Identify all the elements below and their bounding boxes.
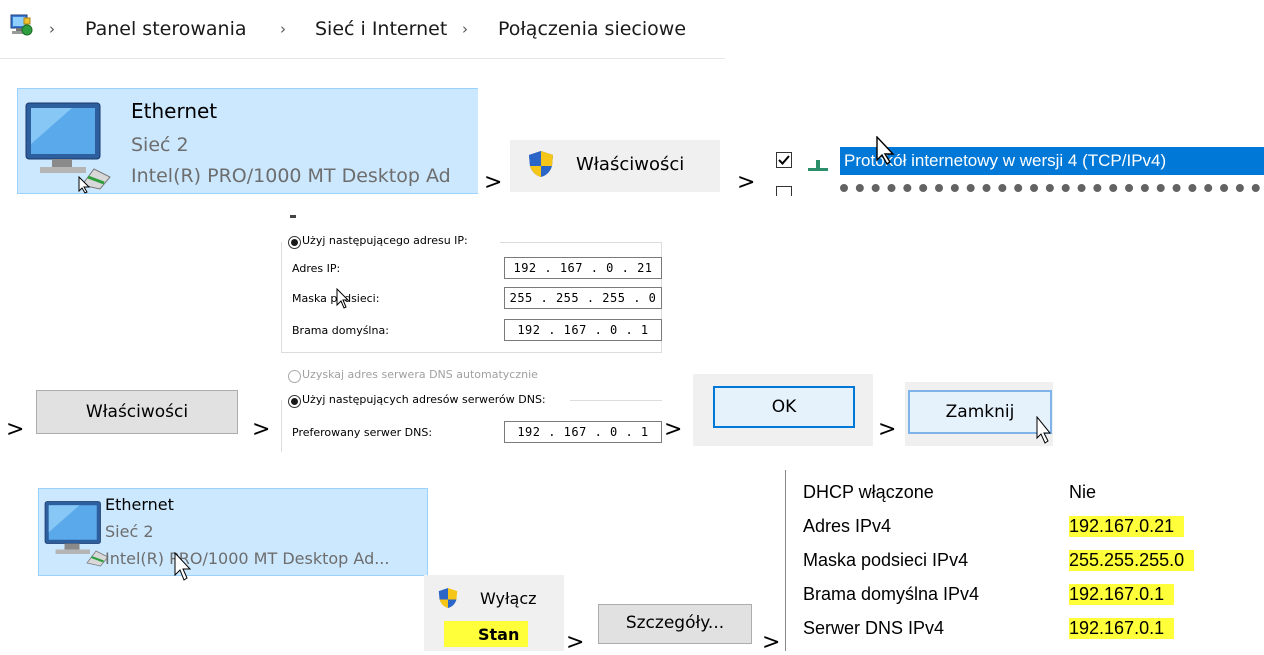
adapter-name: Ethernet [105,495,174,514]
mouse-cursor-icon [174,551,192,587]
detail-value: Nie [1069,482,1097,502]
detail-label: Brama domyślna IPv4 [803,584,980,604]
dns-auto-label: Uzyskaj adres serwera DNS automatycznie [302,368,538,381]
chevron-right-icon: › [462,20,468,38]
protocol-list: Protokół internetowy w wersji 4 (TCP/IPv… [770,140,1264,196]
breadcrumb-item-network-connections[interactable]: Połączenia sieciowe [498,18,686,40]
adapter-device: Intel(R) PRO/1000 MT Desktop Ad... [105,549,390,568]
step-separator: > [252,417,271,442]
mouse-cursor-icon [1036,415,1052,449]
detail-value: 192.167.0.1 [1069,584,1175,605]
status-menu-label: Stan [478,625,520,644]
breadcrumb-item-control-panel[interactable]: Panel sterowania [85,18,247,40]
gateway-label: Brama domyślna: [292,324,389,337]
dns-manual-label: Użyj następujących adresów serwerów DNS: [302,393,546,406]
breadcrumb-item-network-internet[interactable]: Sieć i Internet [315,18,447,40]
step-separator: > [664,417,683,442]
uac-shield-icon [438,587,458,609]
network-adapter-icon [42,497,114,569]
detail-value: 192.167.0.1 [1069,618,1175,639]
group-border-left [281,400,282,452]
ok-button-frame: OK [693,374,873,446]
uac-shield-icon [528,150,554,178]
mouse-cursor-icon [876,135,898,171]
protocol-ipv4-item[interactable]: Protokół internetowy w wersji 4 (TCP/IPv… [840,147,1264,175]
gateway-field[interactable]: 192 . 167 . 0 . 1 [504,319,662,341]
chevron-right-icon: › [49,20,55,38]
panel-line [290,215,296,218]
separator-line [281,352,662,353]
ethernet-adapter-tile-small[interactable]: Ethernet Sieć 2 Intel(R) PRO/1000 MT Des… [38,488,428,576]
ip-address-field[interactable]: 192 . 167 . 0 . 21 [504,257,662,279]
adapter-network: Sieć 2 [131,134,189,156]
network-adapter-icon [22,99,118,191]
details-button[interactable]: Szczegóły... [598,604,752,644]
step-separator: > [878,417,897,442]
close-button-frame: Zamknij [905,382,1053,446]
dns-manual-radio[interactable] [288,395,301,408]
mouse-cursor-icon [336,287,352,315]
properties-button-label: Właściwości [85,402,189,422]
adapter-name: Ethernet [131,99,218,123]
control-panel-icon [8,12,34,38]
panel-left-border [785,470,786,651]
detail-label: Maska podsieci IPv4 [803,550,969,570]
disable-menu-item[interactable]: Wyłącz [480,589,537,608]
close-button[interactable]: Zamknij [908,390,1052,434]
close-button-label: Zamknij [945,402,1015,422]
next-list-row [776,186,792,196]
breadcrumb: › Panel sterowania › Sieć i Internet › P… [0,0,725,59]
use-ip-label: Użyj następującego adresu IP: [302,234,468,247]
context-menu-properties[interactable]: Właściwości [510,140,720,192]
step-separator: > [6,417,25,442]
step-separator: > [737,170,756,195]
dns-preferred-label: Preferowany serwer DNS: [292,426,433,439]
detail-label: Adres IPv4 [803,516,892,536]
dns-preferred-field[interactable]: 192 . 167 . 0 . 1 [504,421,662,443]
detail-value: 192.167.0.21 [1069,516,1185,537]
ip-settings-panel: Użyj następującego adresu IP: Adres IP: … [278,212,664,452]
mouse-cursor-icon [78,175,92,199]
step-separator: > [484,170,503,195]
detail-value: 255.255.255.0 [1069,550,1195,571]
adapter-network: Sieć 2 [105,522,154,541]
ok-button[interactable]: OK [713,386,855,428]
ip-address-label: Adres IP: [292,262,341,275]
next-list-row-text-fragment [840,184,1260,196]
adapter-device: Intel(R) PRO/1000 MT Desktop Ad [131,165,451,187]
use-ip-radio[interactable] [288,236,301,249]
chevron-right-icon: › [280,20,286,38]
group-line [570,400,662,401]
network-protocol-icon [808,158,828,172]
detail-label: Serwer DNS IPv4 [803,618,945,638]
properties-menu-label: Właściwości [576,154,685,175]
protocol-checkbox[interactable] [776,152,792,168]
dns-auto-radio[interactable] [288,370,301,383]
details-button-label: Szczegóły... [625,613,725,633]
ok-button-label: OK [771,397,797,417]
subnet-mask-field[interactable]: 255 . 255 . 255 . 0 [504,287,662,309]
group-border-left [281,242,282,352]
connection-details-panel: DHCP włączone Nie Adres IPv4 192.167.0.21 Ma… [785,470,1264,651]
properties-button[interactable]: Właściwości [36,390,238,434]
group-line [500,242,662,243]
detail-label: DHCP włączone [803,482,934,502]
context-menu: Wyłącz Stan [424,575,564,651]
